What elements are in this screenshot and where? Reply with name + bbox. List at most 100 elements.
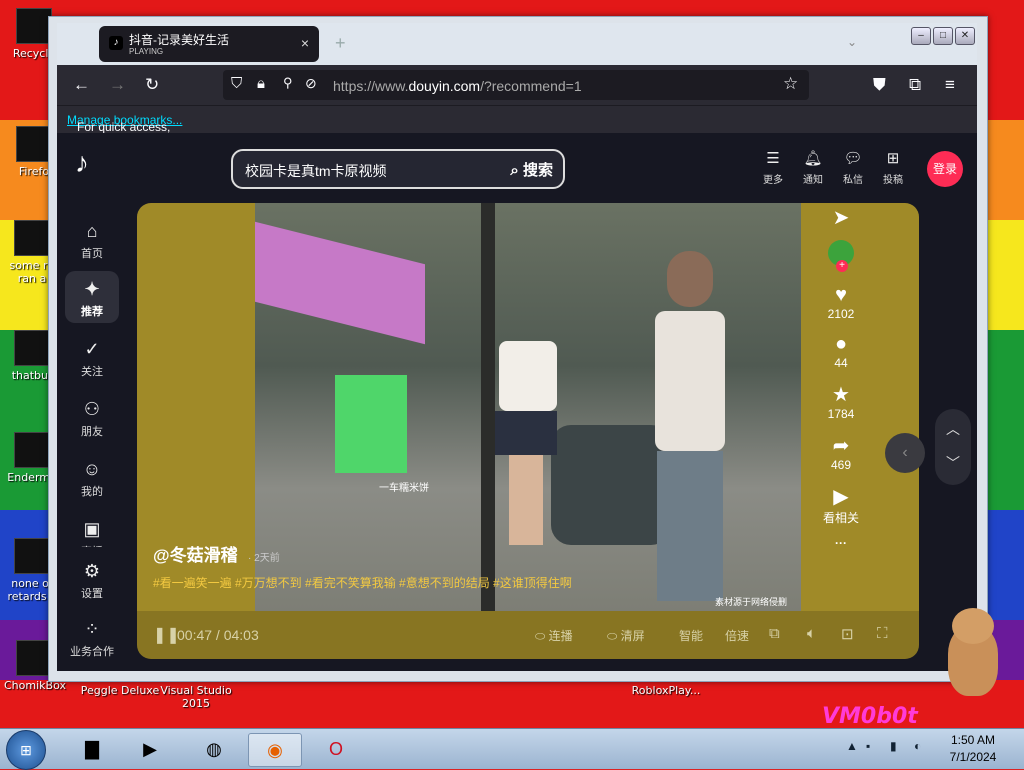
tray-volume-icon[interactable]: ◐: [914, 739, 921, 753]
tray-app-icon[interactable]: ▪: [866, 739, 870, 753]
heart-icon[interactable]: ♥: [811, 284, 871, 307]
favorite-count: 1784: [827, 407, 855, 421]
speed-option[interactable]: 倍速: [725, 627, 749, 644]
share-arrow-icon[interactable]: ➤: [811, 205, 871, 230]
previous-video-icon[interactable]: ︿: [935, 419, 971, 439]
author-avatar[interactable]: +: [828, 240, 854, 272]
extensions-icon[interactable]: ⧉: [909, 75, 921, 95]
desktop-icon-visual-studio[interactable]: Visual Studio 2015: [156, 684, 236, 710]
lock-icon[interactable]: 🔒︎: [257, 75, 265, 92]
bell-icon: 🔔︎: [803, 150, 823, 167]
sidebar-item-friends[interactable]: ⚇ 朋友: [65, 391, 119, 443]
fullscreen-icon[interactable]: ⛶: [877, 625, 888, 642]
bookmark-star-icon[interactable]: ☆: [783, 74, 798, 94]
volume-icon[interactable]: 🔈︎: [807, 625, 816, 642]
reload-icon[interactable]: ↻: [145, 75, 159, 95]
login-button[interactable]: 登录: [927, 151, 963, 187]
live-icon: ▣: [83, 519, 101, 539]
like-count: 2102: [827, 307, 855, 321]
top-action-notify[interactable]: 🔔︎ 通知: [797, 149, 829, 186]
forward-icon[interactable]: →: [109, 75, 126, 95]
taskbar-app-media[interactable]: ▶: [124, 733, 176, 765]
author-name[interactable]: @冬菇滑稽: [153, 546, 238, 565]
douyin-logo-icon[interactable]: ♪: [75, 147, 109, 185]
playback-time: 00:47 / 04:03: [177, 627, 259, 643]
desktop-icon-roblox[interactable]: RobloxPlay...: [626, 684, 706, 697]
opera-icon: O: [328, 739, 343, 759]
tray-arrow-icon[interactable]: ▲: [846, 739, 858, 753]
url-bar[interactable]: ⛉ 🔒︎ ⚲ ⊘ https://www.douyin.com/?recomme…: [223, 70, 809, 100]
new-tab-button[interactable]: +: [335, 33, 346, 54]
autoplay-toggle[interactable]: ⬭ 连播: [535, 627, 573, 644]
start-button[interactable]: ⊞: [6, 730, 46, 770]
tiktok-favicon-icon: ♪: [109, 36, 123, 50]
globe-icon: ◍: [206, 739, 222, 759]
posted-time: · 2天前: [248, 553, 280, 564]
clock[interactable]: 1:50 AM 7/1/2024: [936, 733, 1010, 764]
bookmarks-hint: For quick access, place your bookmarks h…: [67, 113, 183, 190]
next-video-icon[interactable]: ﹀: [935, 453, 971, 473]
pause-icon[interactable]: ❚❚: [153, 625, 180, 645]
sidebar-item-recommend[interactable]: ✦ 推荐: [65, 271, 119, 323]
shield-icon[interactable]: ⛉: [231, 75, 242, 92]
clock-date: 7/1/2024: [949, 750, 997, 764]
maximize-button[interactable]: □: [933, 27, 953, 45]
back-icon[interactable]: ←: [73, 75, 90, 95]
file-icon: [14, 220, 50, 256]
nav-bar: ← → ↻ ⛉ 🔒︎ ⚲ ⊘ https://www.douyin.com/?r…: [57, 65, 977, 105]
tab-close-icon[interactable]: ×: [301, 35, 309, 51]
douyin-page: ♪ 校园卡是真tm卡原视频 ⌕ 搜索 ☰ 更多 🔔︎ 通知 💬︎ 私信 ⊞ 投稿 登录 …: [57, 133, 977, 671]
top-action-more[interactable]: ☰ 更多: [757, 149, 789, 186]
comment-count: 44: [834, 356, 848, 370]
browser-window: ♪ 抖音-记录美好生活 PLAYING × + ⌄ – □ ✕ ← → ↻ ⛉ 🔒︎…: [48, 16, 988, 682]
web-fullscreen-icon[interactable]: ⊡: [841, 625, 854, 643]
hamster-sticker: [938, 606, 1008, 700]
collapse-chevron-icon[interactable]: ‹: [885, 433, 925, 473]
list-all-tabs-icon[interactable]: ⌄: [847, 35, 857, 49]
sidebar-item-business[interactable]: ⁘ 业务合作: [65, 611, 119, 663]
tray-network-icon[interactable]: ▮: [890, 739, 897, 753]
search-input[interactable]: 校园卡是真tm卡原视频: [245, 161, 387, 181]
star-icon[interactable]: ★: [811, 382, 871, 407]
video-player[interactable]: 一车糯米饼 素材源于网络侵删 @冬菇滑稽 · 2天前 #看一遍笑一遍 #万万想不…: [137, 203, 919, 659]
hashtags[interactable]: #看一遍笑一遍 #万万想不到 #看完不笑算我输 #意想不到的结局 #这谁顶得住啊: [153, 574, 572, 591]
menu-icon: ☰: [766, 150, 780, 167]
follow-plus-icon[interactable]: +: [836, 260, 848, 272]
comment-icon[interactable]: ●: [811, 333, 871, 356]
sidebar-item-follow[interactable]: ✓ 关注: [65, 331, 119, 383]
action-rail: ➤ + ♥ 2102 ● 44 ★ 1784 ➦ 469 ▶ 看相关 ···: [811, 203, 871, 550]
desktop-icon-peggle[interactable]: Peggle Deluxe: [80, 684, 160, 697]
permissions-icon[interactable]: ⚲: [283, 75, 293, 91]
green-buckets: [335, 375, 407, 473]
tab-douyin[interactable]: ♪ 抖音-记录美好生活 PLAYING ×: [99, 26, 319, 62]
settings-icon: ⚙: [83, 561, 101, 581]
taskbar-app-opera[interactable]: O: [310, 733, 362, 765]
search-box[interactable]: 校园卡是真tm卡原视频 ⌕ 搜索: [231, 149, 565, 189]
sidebar-item-home[interactable]: ⌂ 首页: [65, 213, 119, 265]
pocket-icon[interactable]: ⛊: [873, 75, 886, 95]
clear-screen-toggle[interactable]: ⬭ 清屏: [607, 627, 645, 644]
url-text: https://www.douyin.com/?recommend=1: [333, 78, 582, 94]
related-label[interactable]: 看相关: [823, 511, 859, 525]
top-action-message[interactable]: 💬︎ 私信: [837, 149, 869, 186]
taskbar-app-firefox[interactable]: ◉: [248, 733, 302, 767]
sidebar-item-live[interactable]: ▣直播: [65, 511, 119, 547]
minimize-button[interactable]: –: [911, 27, 931, 45]
window-controls: – □ ✕: [909, 25, 975, 45]
app-menu-icon[interactable]: ≡: [945, 75, 955, 95]
autoplay-blocked-icon[interactable]: ⊘: [305, 75, 317, 92]
sidebar-item-profile[interactable]: ☺ 我的: [65, 451, 119, 503]
share-icon[interactable]: ➦: [811, 433, 871, 458]
tab-status: PLAYING: [129, 47, 164, 56]
close-window-button[interactable]: ✕: [955, 27, 975, 45]
more-icon[interactable]: ···: [811, 536, 871, 550]
top-action-upload[interactable]: ⊞ 投稿: [877, 149, 909, 186]
woman-figure: [491, 301, 565, 551]
taskbar-app-globe[interactable]: ◍: [188, 733, 240, 765]
quality-option[interactable]: 智能: [679, 627, 703, 644]
taskbar-app-1[interactable]: ▇: [66, 733, 118, 765]
sidebar-item-settings[interactable]: ⚙ 设置: [65, 553, 119, 605]
search-button[interactable]: ⌕ 搜索: [510, 159, 553, 180]
related-icon[interactable]: ▶: [811, 484, 871, 509]
picture-in-picture-icon[interactable]: ⧉: [769, 625, 780, 642]
